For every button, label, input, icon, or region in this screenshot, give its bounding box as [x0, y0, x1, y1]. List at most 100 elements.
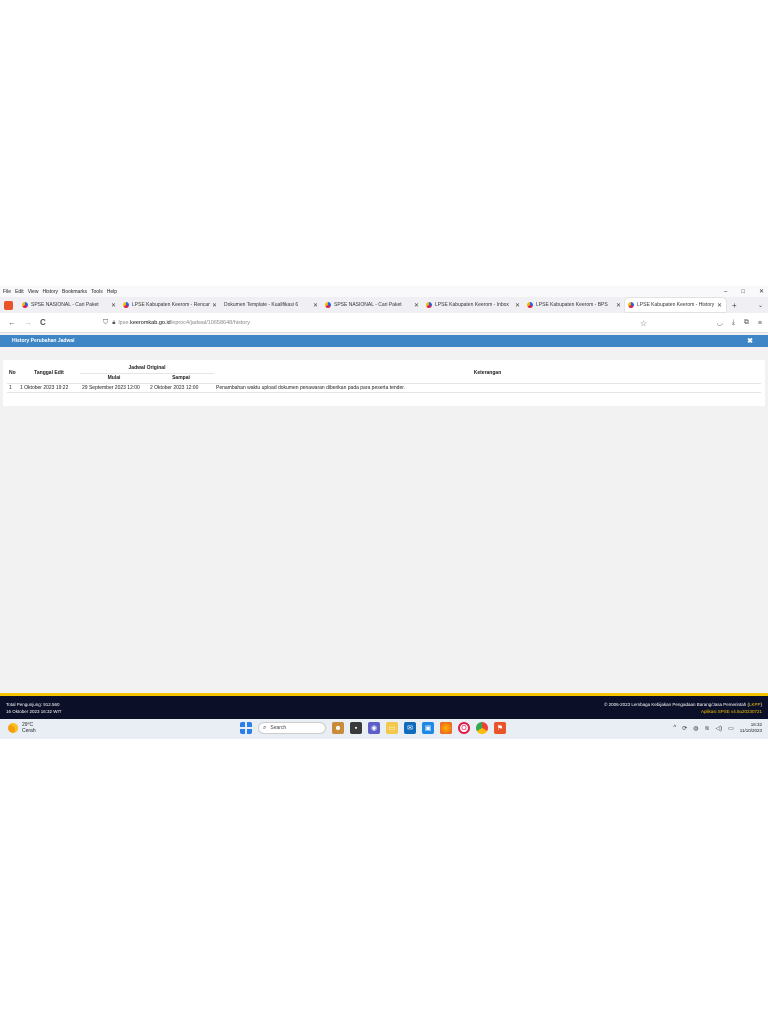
weather-desc: Cerah — [22, 728, 36, 734]
browser-tab[interactable]: LPSE Kabupaten Keerom - Rencana ✕ — [120, 298, 221, 312]
tab-title: LPSE Kabupaten Keerom - History — [637, 302, 715, 308]
tab-close-icon[interactable]: ✕ — [515, 302, 520, 309]
tracking-shield-icon[interactable]: ⛉ — [103, 319, 108, 327]
footer-left: Total Pengunjung: 912.560 16 Oktober 202… — [6, 701, 62, 715]
store-icon[interactable]: ▣ — [422, 722, 434, 734]
new-tab-button[interactable]: + — [732, 301, 737, 310]
cell-no: 1 — [7, 383, 18, 393]
browser-tab[interactable]: SPSE NASIONAL - Cari Paket ✕ — [322, 298, 423, 312]
cell-mulai: 29 September 2023 12:00 — [80, 383, 148, 393]
opera-icon[interactable]: O — [458, 722, 470, 734]
tab-title: LPSE Kabupaten Keerom - BPS — [536, 302, 608, 308]
downloads-icon[interactable]: ⤓ — [732, 319, 735, 327]
tab-bar: SPSE NASIONAL - Cari Paket ✕ LPSE Kabupa… — [0, 297, 768, 313]
cell-keterangan: Penambahan waktu upload dokumen penawara… — [214, 383, 761, 393]
menu-history[interactable]: History — [42, 289, 58, 295]
tab-close-icon[interactable]: ✕ — [616, 302, 621, 309]
maximize-button[interactable]: □ — [741, 289, 745, 295]
browser-tab[interactable]: Dokumen Template - Kualifikasi 6 ✕ — [221, 298, 322, 312]
header-tanggal-edit: Tanggal Edit — [18, 363, 80, 384]
menu-help[interactable]: Help — [107, 289, 117, 295]
url-bar[interactable]: ⛉ 🔒︎ lpse. keeromkab.go.id/eproc4/jadwal/… — [103, 316, 661, 330]
table-row: 1 1 Oktober 2023 19:22 29 September 2023… — [7, 383, 761, 393]
header-keterangan: Keterangan — [214, 363, 761, 384]
widgets-icon[interactable]: ☻ — [332, 722, 344, 734]
clock-date: 11/10/2023 — [739, 728, 762, 733]
copyright-text: © 2006-2023 Lembaga Kebijakan Pengadaan … — [604, 701, 762, 708]
lpse-favicon-icon — [628, 302, 634, 308]
lpse-favicon-icon — [123, 302, 129, 308]
battery-icon[interactable]: ▭ — [728, 725, 734, 732]
visitor-count: Total Pengunjung: 912.560 — [6, 702, 60, 707]
lkpp-link[interactable]: LKPP — [749, 702, 761, 707]
reload-button[interactable]: C — [40, 318, 46, 327]
header-no: No — [7, 363, 18, 384]
tab-close-icon[interactable]: ✕ — [212, 302, 217, 309]
history-table: No Tanggal Edit Jadwal Original Keterang… — [7, 363, 761, 393]
cell-tanggal-edit: 1 Oktober 2023 19:22 — [18, 383, 80, 393]
menu-tools[interactable]: Tools — [91, 289, 103, 295]
lock-icon[interactable]: 🔒︎ — [112, 320, 115, 327]
firefox-view-icon[interactable] — [4, 300, 13, 310]
url-host: keeromkab.go.id — [130, 320, 171, 326]
weather-widget[interactable]: 29°C Cerah — [8, 722, 36, 734]
pdf-reader-icon[interactable]: ⚑ — [494, 722, 506, 734]
task-view-icon[interactable]: ▪ — [350, 722, 362, 734]
tray-overflow-chevron-icon[interactable]: ^ — [673, 725, 676, 731]
weather-text: 29°C Cerah — [22, 722, 36, 734]
window-controls: – □ ✕ — [724, 286, 764, 297]
header-sampai: Sampai — [148, 373, 214, 384]
navigation-bar: ← → C ⛉ 🔒︎ lpse. keeromkab.go.id/eproc4/j… — [0, 313, 768, 333]
tray-app-icon[interactable]: ⟳ — [682, 725, 687, 732]
forward-button[interactable]: → — [24, 318, 32, 327]
menu-hamburger-icon[interactable]: ≡ — [758, 320, 762, 327]
tab-title: LPSE Kabupaten Keerom - Inbox — [435, 302, 509, 308]
extensions-icon[interactable]: ⧉ — [744, 319, 749, 327]
browser-tab[interactable]: LPSE Kabupaten Keerom - BPS ✕ — [524, 298, 625, 312]
dialog-close-icon[interactable]: ✖ — [747, 337, 753, 345]
clock[interactable]: 16:32 11/10/2023 — [740, 722, 762, 734]
chat-icon[interactable]: ◉ — [368, 722, 380, 734]
tab-list-chevron-icon[interactable]: ⌄ — [758, 302, 763, 309]
screen: File Edit View History Bookmarks Tools H… — [0, 286, 768, 739]
mail-icon[interactable]: ✉ — [404, 722, 416, 734]
dialog-title-bar: History Perubahan Jadwal ✖ — [0, 335, 768, 347]
firefox-icon[interactable] — [440, 722, 452, 734]
tab-close-icon[interactable]: ✕ — [313, 302, 318, 309]
browser-tab[interactable]: LPSE Kabupaten Keerom - Inbox ✕ — [423, 298, 524, 312]
bookmark-star-icon[interactable]: ☆ — [640, 319, 647, 328]
search-icon: ⌕ — [263, 724, 267, 731]
toolbar-right: ◡ ⤓ ⧉ ≡ — [717, 316, 762, 330]
menu-bar: File Edit View History Bookmarks Tools H… — [0, 286, 768, 297]
windows-start-icon[interactable] — [240, 722, 252, 734]
menu-file[interactable]: File — [3, 289, 11, 295]
tab-close-icon[interactable]: ✕ — [111, 302, 116, 309]
back-button[interactable]: ← — [8, 318, 16, 327]
wifi-icon[interactable]: ≋ — [704, 725, 709, 732]
tab-title: SPSE NASIONAL - Cari Paket — [334, 302, 402, 308]
tab-title: LPSE Kabupaten Keerom - Rencana — [132, 302, 210, 308]
footer-datetime: 16 Oktober 2023 16:32 WIT — [6, 709, 62, 714]
chrome-icon[interactable] — [476, 722, 488, 734]
menu-edit[interactable]: Edit — [15, 289, 24, 295]
menu-bookmarks[interactable]: Bookmarks — [62, 289, 87, 295]
browser-tab-active[interactable]: LPSE Kabupaten Keerom - History ✕ — [625, 298, 726, 312]
history-panel: No Tanggal Edit Jadwal Original Keterang… — [3, 360, 765, 406]
volume-icon[interactable]: ◁) — [716, 725, 723, 732]
app-version: Aplikasi SPSE v4.5u20230721 — [700, 709, 762, 714]
file-explorer-icon[interactable]: ▭ — [386, 722, 398, 734]
close-window-button[interactable]: ✕ — [759, 288, 764, 295]
header-mulai: Mulai — [80, 373, 148, 384]
tab-close-icon[interactable]: ✕ — [414, 302, 419, 309]
tray-shield-icon[interactable]: ◍ — [693, 725, 698, 732]
url-path: /eproc4/jadwal/10658648/history — [170, 320, 250, 326]
pocket-icon[interactable]: ◡ — [717, 319, 723, 327]
browser-tab[interactable]: SPSE NASIONAL - Cari Paket ✕ — [19, 298, 120, 312]
lpse-favicon-icon — [22, 302, 28, 308]
menu-view[interactable]: View — [28, 289, 39, 295]
copyright-prefix: © 2006-2023 Lembaga Kebijakan Pengadaan … — [604, 702, 749, 707]
taskbar-search[interactable]: ⌕ Search — [258, 722, 326, 734]
tab-close-icon[interactable]: ✕ — [717, 302, 722, 309]
minimize-button[interactable]: – — [724, 289, 727, 295]
copyright-suffix: ) — [760, 702, 763, 707]
